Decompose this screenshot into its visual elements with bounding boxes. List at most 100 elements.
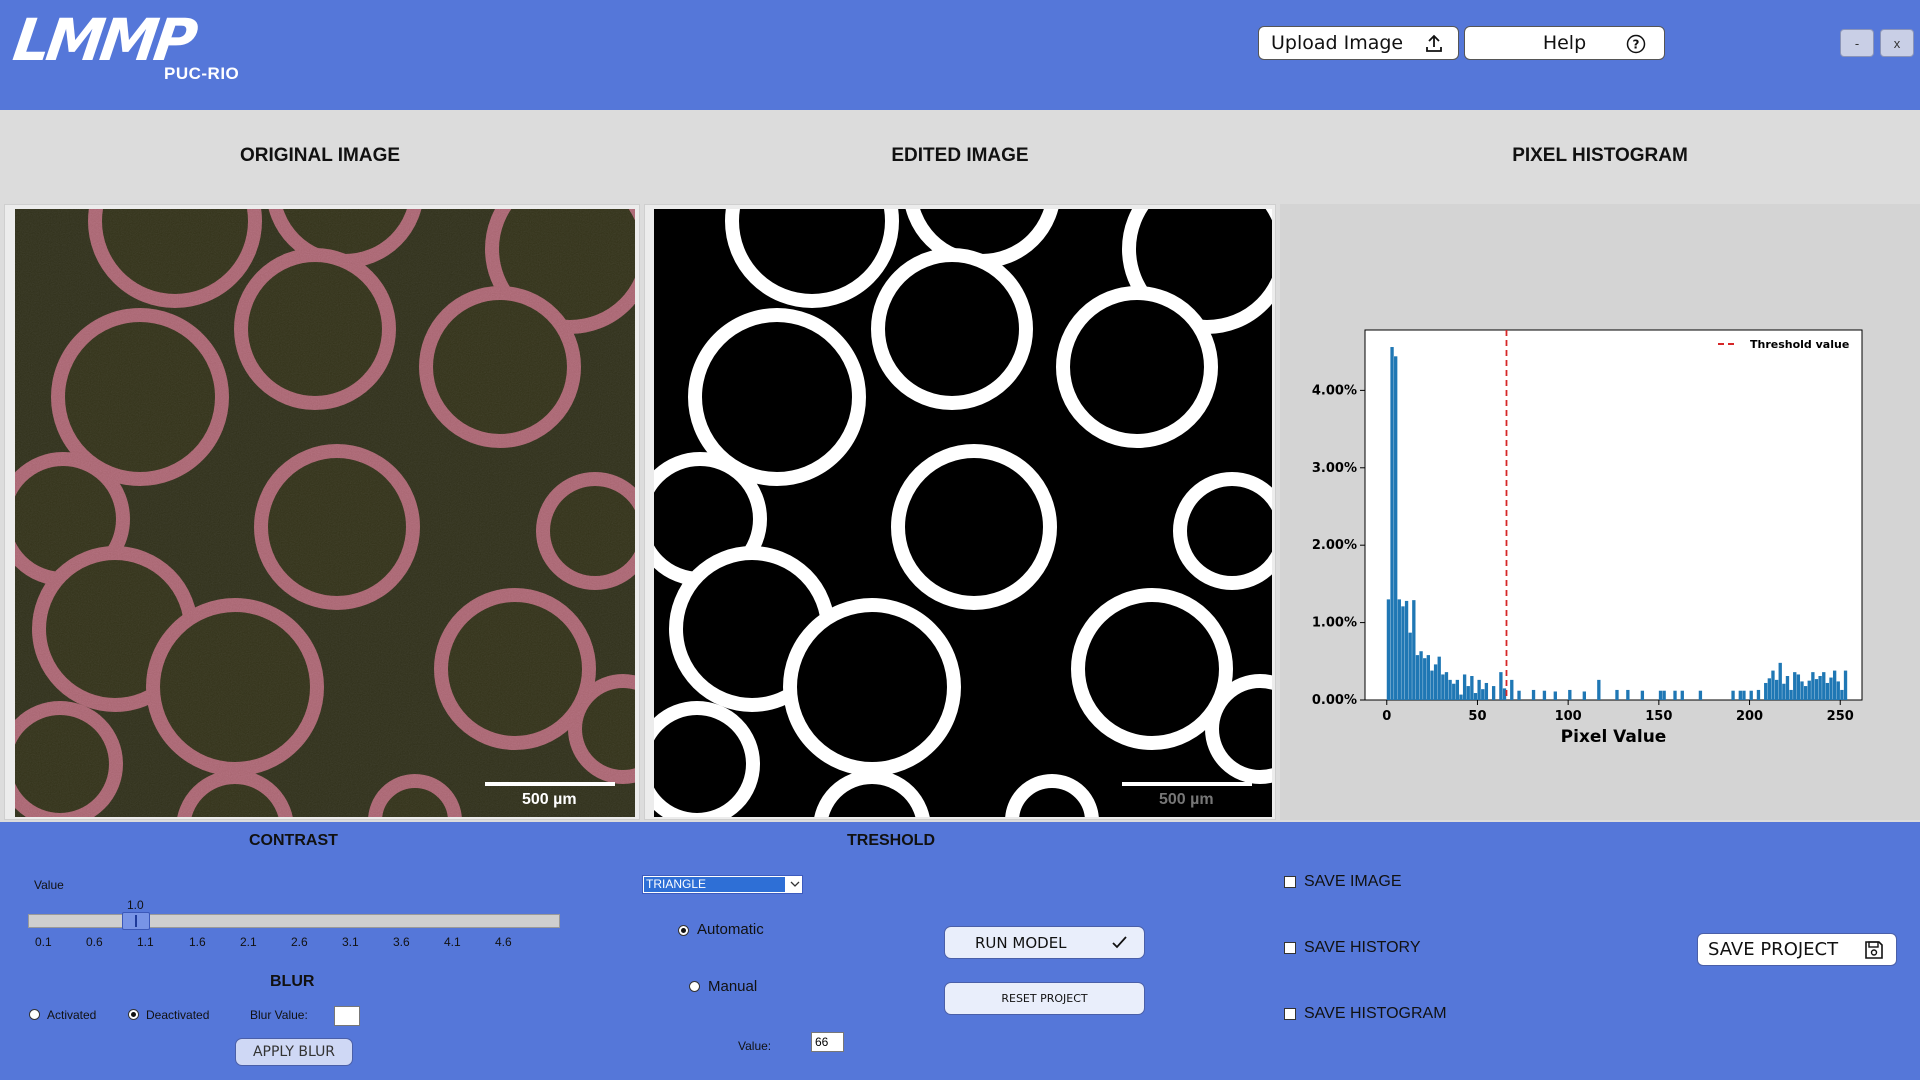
histogram-bar [1397,599,1401,700]
contrast-value-label: Value [34,878,64,892]
histogram-bar [1462,674,1467,700]
threshold-manual-radio[interactable] [689,981,700,992]
histogram-panel: 0 50 100 150 200 250 0.00% 1.00% 2.00% 3.00% 4.00%… [1280,204,1920,820]
histogram-bar [1408,632,1412,700]
blur-deactivated-radio[interactable] [128,1009,139,1020]
x-axis-label: Pixel Value [1561,727,1667,747]
checkmark-icon [1112,936,1127,949]
threshold-value-input[interactable]: 66 [811,1032,844,1052]
droplet-ring [891,444,1057,610]
threshold-automatic-radio[interactable] [678,925,689,936]
contrast-tick-label: 0.6 [86,935,103,949]
y-tick-label: 3.00% [1312,461,1357,476]
histogram-bar [1767,678,1772,700]
histogram-bar [1459,694,1463,700]
histogram-bar [1789,689,1793,700]
histogram-bar [1626,689,1630,700]
save-history-checkbox[interactable] [1284,942,1296,954]
contrast-tick-label: 2.1 [240,935,257,949]
histogram-bar [1738,690,1742,700]
plot-area [1364,329,1863,701]
histogram-bar [1803,686,1808,700]
x-tick-label: 200 [1736,709,1763,724]
y-tick-label: 1.00% [1312,616,1357,631]
save-project-button[interactable]: SAVE PROJECT [1697,933,1897,966]
upload-image-label: Upload Image [1271,32,1404,54]
histogram-bar [1658,690,1663,700]
histogram-bar [1415,655,1420,700]
histogram-bar [1510,679,1514,700]
contrast-tick-label: 2.6 [291,935,308,949]
histogram-bar [1477,679,1481,700]
y-tick-label: 4.00% [1312,383,1357,398]
histogram-bar [1394,356,1398,700]
histogram-bar [1404,600,1409,700]
threshold-method-select[interactable]: TRIANGLE [642,875,803,894]
histogram-bar [1774,679,1779,700]
histogram-bar [1473,693,1478,700]
histogram-bar [1390,347,1394,700]
histogram-bar [1749,690,1753,700]
close-button[interactable]: x [1880,29,1914,57]
threshold-automatic-label: Automatic [697,921,764,938]
x-tick-label: 0 [1382,709,1391,724]
blur-value-input[interactable] [334,1006,360,1026]
original-image-panel: 500 µm [4,204,640,820]
edited-image-title: EDITED IMAGE [891,145,1029,166]
histogram-bar [1426,655,1430,700]
histogram-bar [1785,676,1790,700]
x-tick-label: 50 [1468,709,1486,724]
histogram-bar [1778,662,1782,700]
chevron-down-icon [790,881,800,887]
histogram-bar [1640,690,1645,700]
apply-blur-button[interactable]: APPLY BLUR [235,1038,353,1066]
histogram-bar [1582,691,1586,700]
histogram-bar [1796,674,1801,700]
droplet-ring [688,308,866,486]
original-image: 500 µm [15,209,635,817]
threshold-title: TRESHOLD [847,832,935,849]
help-button[interactable]: Help ? [1464,26,1665,60]
histogram-bar [1829,677,1833,700]
save-project-label: SAVE PROJECT [1708,939,1839,960]
save-histogram-label: SAVE HISTOGRAM [1304,1005,1447,1022]
histogram-bar [1481,689,1485,700]
save-image-checkbox[interactable] [1284,876,1296,888]
histogram-bar [1742,690,1746,700]
upload-image-button[interactable]: Upload Image [1258,26,1459,60]
run-model-button[interactable]: RUN MODEL [944,926,1145,959]
histogram-bar [1412,600,1416,700]
save-histogram-checkbox[interactable] [1284,1008,1296,1020]
droplet-ring [725,209,899,308]
pixel-histogram-chart: 0 50 100 150 200 250 0.00% 1.00% 2.00% 3.00% 4.00%… [1312,329,1863,747]
histogram-bar [1455,679,1460,700]
histogram-bar [1444,672,1449,700]
edited-image-panel: 500 µm [644,204,1276,820]
app-header: LMMP PUC-RIO Upload Image Help ? - x [0,0,1920,110]
contrast-slider[interactable] [28,914,560,928]
scale-bar-label: 500 µm [1159,791,1214,808]
histogram-bar [1470,676,1474,700]
histogram-bar [1499,672,1503,700]
histogram-bar [1466,686,1470,700]
histogram-bar [1822,672,1826,700]
histogram-bar [1615,689,1619,700]
floppy-disk-icon [1865,941,1883,959]
contrast-current-value: 1.0 [127,898,144,912]
contrast-slider-thumb[interactable] [122,912,150,930]
histogram-bar [1597,679,1601,700]
save-image-label: SAVE IMAGE [1304,873,1402,890]
histogram-bar [1553,691,1557,700]
svg-text:?: ? [1633,38,1640,52]
droplet-ring [654,701,760,817]
minimize-button[interactable]: - [1840,29,1874,57]
x-tick-label: 100 [1555,709,1582,724]
contrast-tick-label: 1.1 [137,935,154,949]
blur-activated-radio[interactable] [29,1009,40,1020]
run-model-label: RUN MODEL [975,933,1067,952]
reset-project-button[interactable]: RESET PROJECT [944,982,1145,1015]
histogram-bar [1673,690,1677,700]
histogram-bar [1448,679,1452,700]
x-tick-label: 150 [1645,709,1672,724]
histogram-bar [1517,690,1521,700]
